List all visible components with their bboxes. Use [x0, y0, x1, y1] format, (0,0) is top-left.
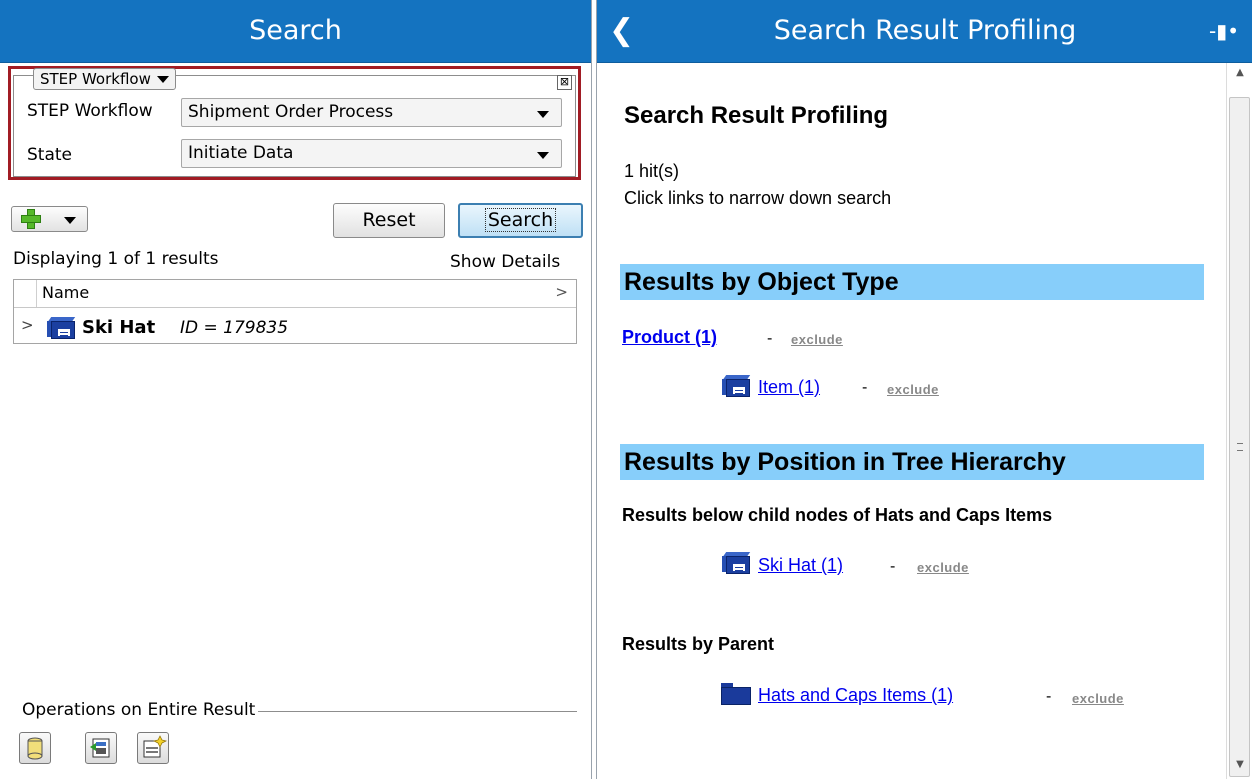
hint-text: Click links to narrow down search	[624, 188, 892, 208]
ski-hat-link[interactable]: Ski Hat (1)	[758, 555, 843, 576]
scroll-down-arrow-icon[interactable]: ▼	[1227, 759, 1252, 779]
parent-link-text[interactable]: Hats and Caps Items (1)	[758, 685, 953, 705]
state-select[interactable]: Initiate Data	[181, 139, 562, 168]
pin-icon[interactable]: -▮•	[1209, 0, 1239, 62]
hit-count: 1 hit(s)	[624, 161, 680, 181]
folder-icon	[721, 683, 751, 705]
name-column-header[interactable]: Name	[42, 283, 89, 302]
product-link[interactable]: Product (1)	[622, 327, 717, 348]
section-tree-hierarchy: Results by Position in Tree Hierarchy	[620, 444, 1204, 480]
profiling-heading: Search Result Profiling	[624, 102, 889, 129]
search-button-label: Search	[484, 208, 557, 232]
state-select-value: Initiate Data	[188, 143, 294, 163]
row-name: Ski Hat	[82, 317, 156, 338]
vertical-scrollbar[interactable]: ▲ ▼	[1226, 63, 1252, 779]
table-row[interactable]: > Ski Hat ID = 179835	[14, 308, 576, 343]
results-grid: Name > > Ski Hat ID = 179835	[13, 279, 577, 344]
parent-link[interactable]: Hats and Caps Items (1)	[758, 685, 953, 706]
chevron-down-icon	[156, 76, 169, 83]
criteria-type-dropdown[interactable]: STEP Workflow	[33, 68, 176, 90]
item-cube-icon	[722, 375, 752, 397]
wizard-op-button[interactable]	[137, 732, 169, 764]
chevron-down-icon	[537, 152, 549, 159]
row-id: ID = 179835	[180, 318, 289, 338]
profiling-panel-title: Search Result Profiling	[773, 15, 1077, 46]
show-details-link[interactable]: Show Details	[450, 252, 560, 272]
workflow-select[interactable]: Shipment Order Process	[181, 98, 562, 127]
dash: -	[1046, 688, 1052, 705]
exclude-parent-link[interactable]: exclude	[1072, 691, 1124, 706]
dash: -	[890, 558, 896, 575]
export-op-button[interactable]	[85, 732, 117, 764]
search-button[interactable]: Search	[458, 203, 583, 238]
exclude-item-link[interactable]: exclude	[887, 382, 939, 397]
export-icon	[90, 738, 110, 758]
state-field-label: State	[27, 145, 72, 165]
chevron-down-icon	[64, 217, 76, 224]
chevron-down-icon	[537, 111, 549, 118]
expand-chevron-icon[interactable]: >	[21, 316, 34, 334]
ski-hat-link-text[interactable]: Ski Hat (1)	[758, 555, 843, 575]
item-link[interactable]: Item (1)	[758, 377, 820, 398]
dash: -	[767, 330, 773, 347]
back-chevron-icon[interactable]: ❮	[609, 0, 634, 62]
criteria-type-label: STEP Workflow	[40, 70, 151, 88]
exclude-product-link[interactable]: exclude	[791, 332, 843, 347]
item-link-text[interactable]: Item (1)	[758, 377, 820, 397]
database-icon	[27, 737, 43, 760]
subsection-child-nodes: Results below child nodes of Hats and Ca…	[622, 505, 1053, 525]
database-op-button[interactable]	[19, 732, 51, 764]
magic-wand-icon	[143, 735, 168, 758]
product-link-text[interactable]: Product (1)	[622, 327, 717, 347]
reset-button[interactable]: Reset	[333, 203, 445, 238]
product-cube-icon	[47, 317, 77, 339]
dash: -	[862, 379, 868, 396]
operations-label: Operations on Entire Result	[19, 700, 259, 720]
profiling-panel-titlebar: ❮ Search Result Profiling -▮•	[597, 0, 1252, 63]
exclude-ski-hat-link[interactable]: exclude	[917, 560, 969, 575]
scrollbar-thumb[interactable]	[1229, 97, 1250, 777]
results-summary: Displaying 1 of 1 results	[13, 249, 219, 269]
ski-hat-cube-icon	[722, 552, 752, 574]
workflow-select-value: Shipment Order Process	[188, 102, 394, 122]
close-criteria-icon[interactable]: ⊠	[557, 75, 572, 90]
plus-icon	[19, 209, 43, 229]
add-criteria-button[interactable]	[11, 206, 88, 232]
column-separator	[36, 280, 37, 307]
section-object-type: Results by Object Type	[620, 264, 1204, 300]
grid-header: Name >	[14, 280, 576, 308]
search-panel-title: Search	[0, 0, 591, 63]
subsection-parent: Results by Parent	[622, 634, 775, 654]
chevron-right-icon[interactable]: >	[555, 283, 568, 301]
workflow-field-label: STEP Workflow	[27, 101, 153, 121]
scroll-up-arrow-icon[interactable]: ▲	[1227, 67, 1252, 87]
